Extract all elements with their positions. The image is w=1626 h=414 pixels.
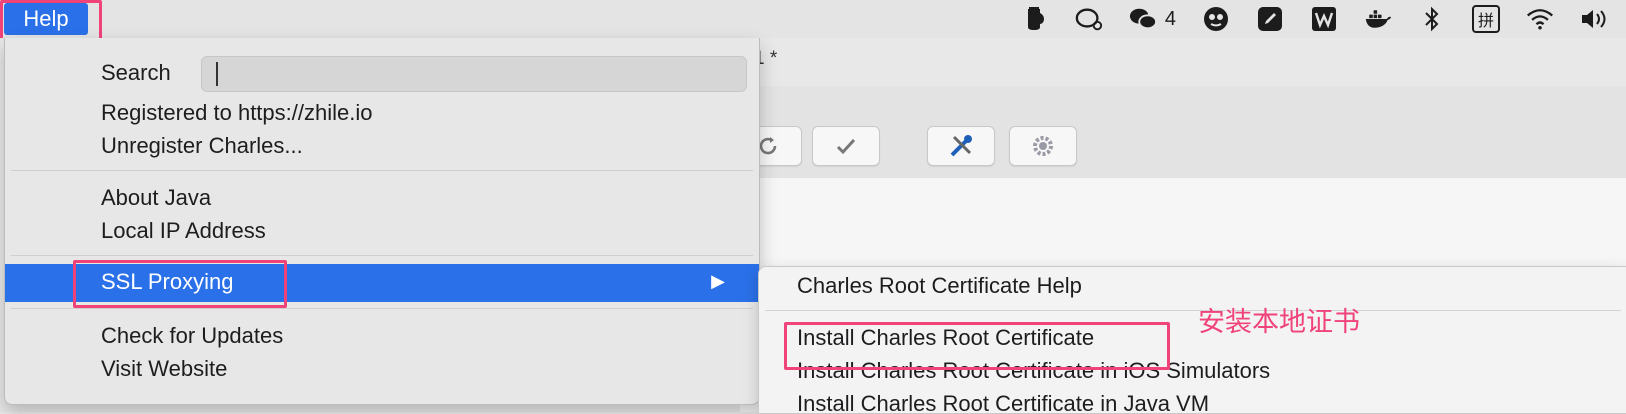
tools-button[interactable] [927, 126, 995, 166]
volume-icon[interactable] [1580, 5, 1608, 33]
menu-search-row: Search [5, 50, 759, 96]
menu-item-registered-to[interactable]: Registered to https://zhile.io [101, 100, 372, 126]
qq-icon[interactable] [1202, 5, 1230, 33]
status-icons: 4 拼 [1021, 0, 1608, 38]
input-method-icon[interactable]: 拼 [1472, 5, 1500, 33]
docker-icon[interactable] [1364, 5, 1392, 33]
text-caret [216, 62, 218, 86]
menu-item-check-for-updates[interactable]: Check for Updates [101, 323, 283, 349]
ssl-proxying-submenu: Charles Root Certificate Help Install Ch… [758, 266, 1626, 414]
validate-button[interactable] [812, 126, 880, 166]
submenu-item-install-root-certificate[interactable]: Install Charles Root Certificate [797, 325, 1094, 351]
chat-bubble-icon[interactable] [1075, 5, 1103, 33]
help-menu-title[interactable]: Help [4, 3, 88, 35]
search-input[interactable] [201, 56, 747, 92]
submenu-item-root-certificate-help[interactable]: Charles Root Certificate Help [797, 273, 1082, 299]
submenu-item-install-ios-simulators[interactable]: Install Charles Root Certificate in iOS … [797, 358, 1270, 384]
search-label: Search [101, 60, 171, 85]
menu-item-about-java[interactable]: About Java [101, 185, 211, 211]
wechat-badge: 4 [1164, 7, 1176, 30]
submenu-arrow-icon: ▶ [711, 271, 725, 291]
annotation-install-local-certificate: 安装本地证书 [1198, 307, 1360, 338]
tools-icon [950, 135, 972, 157]
menu-separator [11, 308, 753, 309]
submenu-separator [765, 310, 1621, 311]
wps-icon[interactable] [1310, 5, 1338, 33]
submenu-item-install-java-vm[interactable]: Install Charles Root Certificate in Java… [797, 391, 1209, 413]
wechat-icon[interactable] [1129, 5, 1157, 33]
menu-item-ssl-proxying[interactable]: SSL Proxying ▶ [5, 264, 759, 302]
menu-separator [11, 170, 753, 171]
settings-button[interactable] [1009, 126, 1077, 166]
menu-item-visit-website[interactable]: Visit Website [101, 356, 227, 382]
menu-separator [11, 255, 753, 256]
checkmark-icon [836, 138, 856, 155]
menu-item-unregister[interactable]: Unregister Charles... [101, 133, 303, 159]
menu-bar: Help 4 拼 [0, 0, 1626, 44]
wifi-icon[interactable] [1526, 5, 1554, 33]
help-menu: Search Registered to https://zhile.io Un… [4, 38, 760, 405]
notes-icon[interactable] [1256, 5, 1284, 33]
refresh-icon [759, 137, 777, 155]
menu-item-local-ip-address[interactable]: Local IP Address [101, 218, 266, 244]
bluetooth-icon[interactable] [1418, 5, 1446, 33]
gear-icon [1033, 136, 1053, 156]
jar-icon[interactable] [1021, 5, 1049, 33]
menu-item-ssl-proxying-label: SSL Proxying [101, 269, 234, 294]
